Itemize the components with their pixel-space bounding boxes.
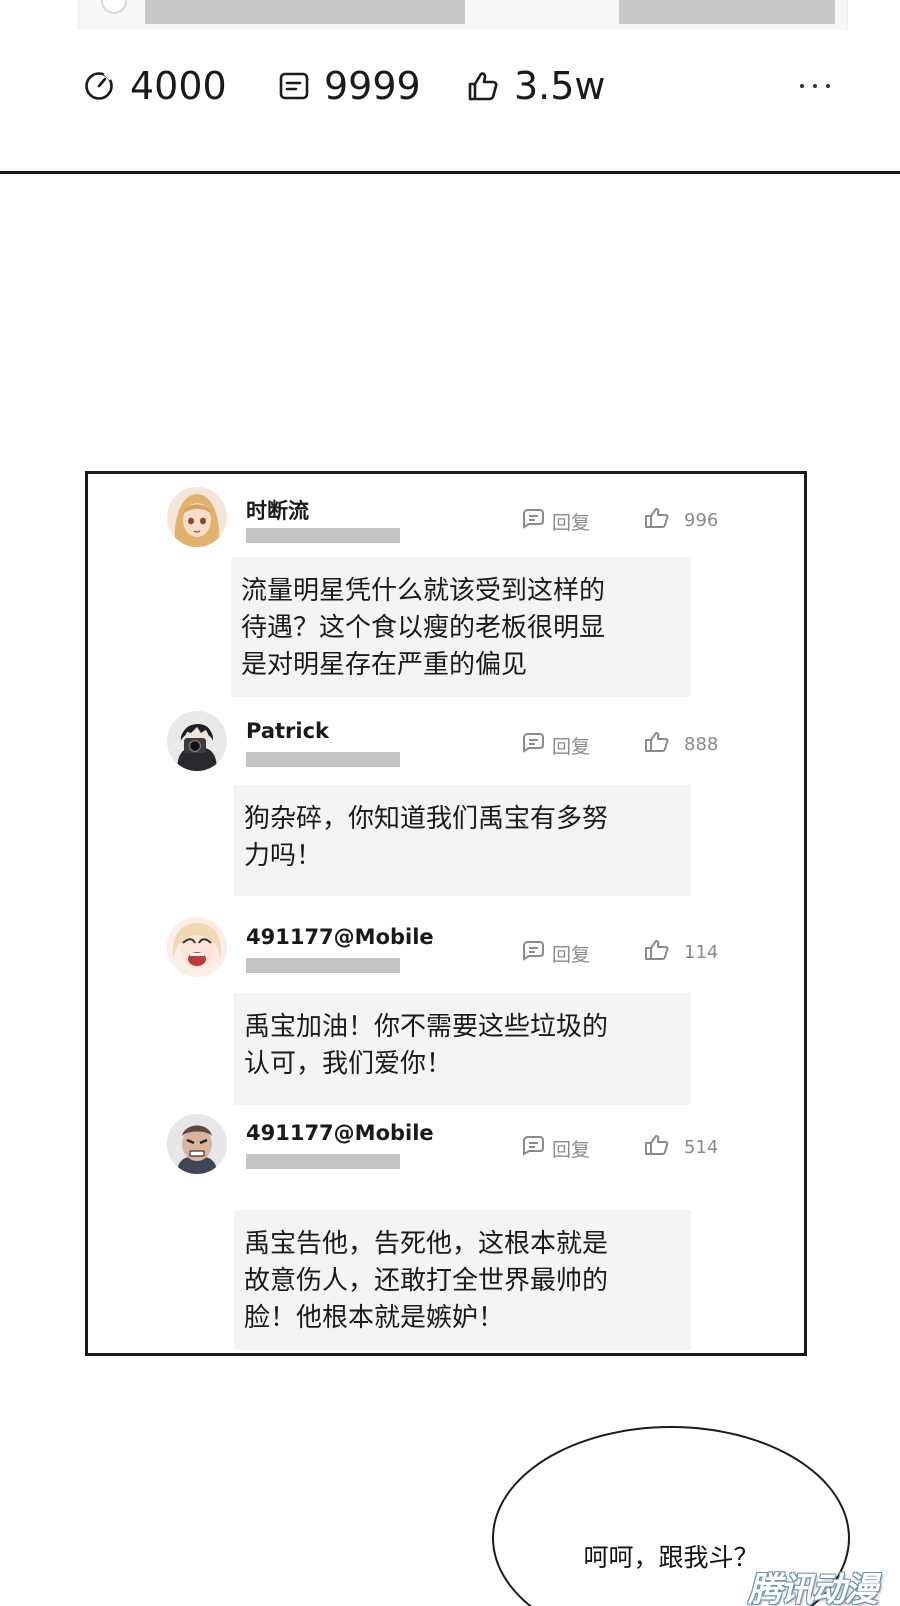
more-options-icon[interactable]	[790, 58, 840, 114]
reply-button[interactable]: 回复	[520, 1134, 590, 1163]
reply-button[interactable]: 回复	[520, 507, 590, 536]
like-button[interactable]: 996	[644, 507, 718, 534]
likes-count: 3.5w	[514, 64, 606, 108]
watermark-logo: 腾讯动漫	[748, 1570, 878, 1606]
reply-label: 回复	[552, 1139, 591, 1161]
blonde-girl-avatar[interactable]	[167, 487, 227, 547]
reply-label: 回复	[552, 736, 591, 758]
like-count: 996	[684, 510, 719, 531]
screaming-girl-avatar[interactable]	[167, 917, 227, 977]
comment-username[interactable]: 时断流	[246, 495, 309, 525]
comment-text: 流量明星凭什么就该受到这样的 待遇？这个食以瘦的老板很明显 是对明星存在严重的偏…	[231, 557, 691, 697]
reply-label: 回复	[552, 944, 591, 966]
redacted-text-bar	[246, 752, 400, 767]
post-header-strip	[78, 0, 848, 30]
like-count: 114	[684, 942, 719, 963]
thumbs-up-icon	[644, 1134, 684, 1161]
redacted-text-bar	[246, 1154, 400, 1169]
comments-count: 9999	[324, 64, 421, 108]
reply-icon	[520, 939, 552, 968]
views-stat: 4000	[82, 58, 227, 114]
reply-icon	[520, 507, 552, 536]
redacted-text-bar	[145, 0, 465, 24]
post-card: 4000 9999 3.5w	[0, 0, 900, 174]
comment-icon	[278, 70, 310, 102]
photographer-avatar[interactable]	[167, 711, 227, 771]
thumbs-up-icon	[644, 731, 684, 758]
comment-text: 禹宝告他，告死他，这根本就是 故意伤人，还敢打全世界最帅的 脸！他根本就是嫉妒！	[234, 1210, 691, 1350]
redacted-text-bar	[619, 0, 835, 24]
thumbs-up-icon	[644, 939, 684, 966]
comment-username[interactable]: 491177@Mobile	[246, 925, 434, 949]
thumbs-up-icon	[466, 69, 500, 103]
redacted-text-bar	[246, 958, 400, 973]
views-icon	[82, 69, 116, 103]
comment-text: 禹宝加油！你不需要这些垃圾的 认可，我们爱你！	[234, 993, 691, 1105]
comment-username[interactable]: Patrick	[246, 719, 329, 743]
angry-man-avatar[interactable]	[167, 1114, 227, 1174]
redacted-text-bar	[246, 528, 400, 543]
comment-username[interactable]: 491177@Mobile	[246, 1121, 434, 1145]
like-button[interactable]: 114	[644, 939, 718, 966]
views-count: 4000	[130, 64, 227, 108]
likes-stat[interactable]: 3.5w	[466, 58, 606, 114]
like-button[interactable]: 888	[644, 731, 718, 758]
comment-text: 狗杂碎，你知道我们禹宝有多努 力吗！	[234, 785, 691, 896]
like-count: 888	[684, 734, 719, 755]
comments-panel: 时断流 回复 996 流量明星凭什么就该受到这样的 待遇？这个食以瘦的老板很明显…	[85, 471, 807, 1356]
comments-stat[interactable]: 9999	[278, 58, 421, 114]
reply-label: 回复	[552, 512, 591, 534]
like-count: 514	[684, 1137, 719, 1158]
reply-button[interactable]: 回复	[520, 731, 590, 760]
thumbs-up-icon	[644, 507, 684, 534]
reply-icon	[520, 731, 552, 760]
reply-button[interactable]: 回复	[520, 939, 590, 968]
like-button[interactable]: 514	[644, 1134, 718, 1161]
reply-icon	[520, 1134, 552, 1163]
post-stats-bar: 4000 9999 3.5w	[80, 58, 860, 114]
poster-avatar	[101, 0, 127, 14]
